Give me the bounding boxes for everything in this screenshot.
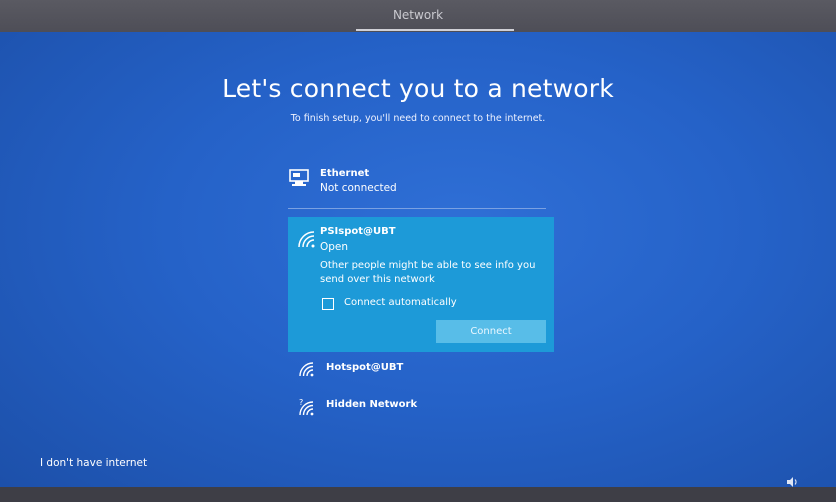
ethernet-icon xyxy=(288,168,314,188)
svg-text:?: ? xyxy=(299,398,303,407)
page-title: Let's connect you to a network xyxy=(222,74,614,103)
connect-automatically-checkbox[interactable] xyxy=(322,298,334,310)
network-name: Hotspot@UBT xyxy=(326,362,404,373)
wifi-hidden-icon: ? xyxy=(298,397,324,417)
monitor-bezel xyxy=(0,487,836,502)
wifi-icon xyxy=(298,360,324,380)
connect-button[interactable]: Connect xyxy=(436,320,546,343)
network-item-ethernet[interactable]: Ethernet Not connected xyxy=(288,168,554,198)
network-name: Ethernet xyxy=(320,168,370,179)
page-subtitle: To finish setup, you'll need to connect … xyxy=(290,113,546,124)
divider xyxy=(288,208,546,209)
page-header-title: Network xyxy=(392,8,444,22)
top-bar: Network xyxy=(0,0,836,32)
network-item-psispot[interactable]: PSIspot@UBT Open Other people might be a… xyxy=(288,217,554,352)
network-name: PSIspot@UBT xyxy=(320,226,396,237)
network-status: Not connected xyxy=(320,182,397,194)
no-internet-link[interactable]: I don't have internet xyxy=(40,457,147,469)
wifi-icon xyxy=(296,229,318,249)
connect-automatically-label: Connect automatically xyxy=(344,297,457,308)
network-name: Hidden Network xyxy=(326,399,418,410)
volume-icon[interactable] xyxy=(786,473,800,487)
oobe-screen: Network Let's connect you to a network T… xyxy=(0,0,836,502)
security-warning: Other people might be able to see info y… xyxy=(320,260,536,285)
header-underline xyxy=(356,29,514,31)
network-item-hidden[interactable]: ? Hidden Network xyxy=(288,397,554,417)
network-item-hotspot[interactable]: Hotspot@UBT xyxy=(288,360,554,380)
network-status: Open xyxy=(320,241,349,253)
